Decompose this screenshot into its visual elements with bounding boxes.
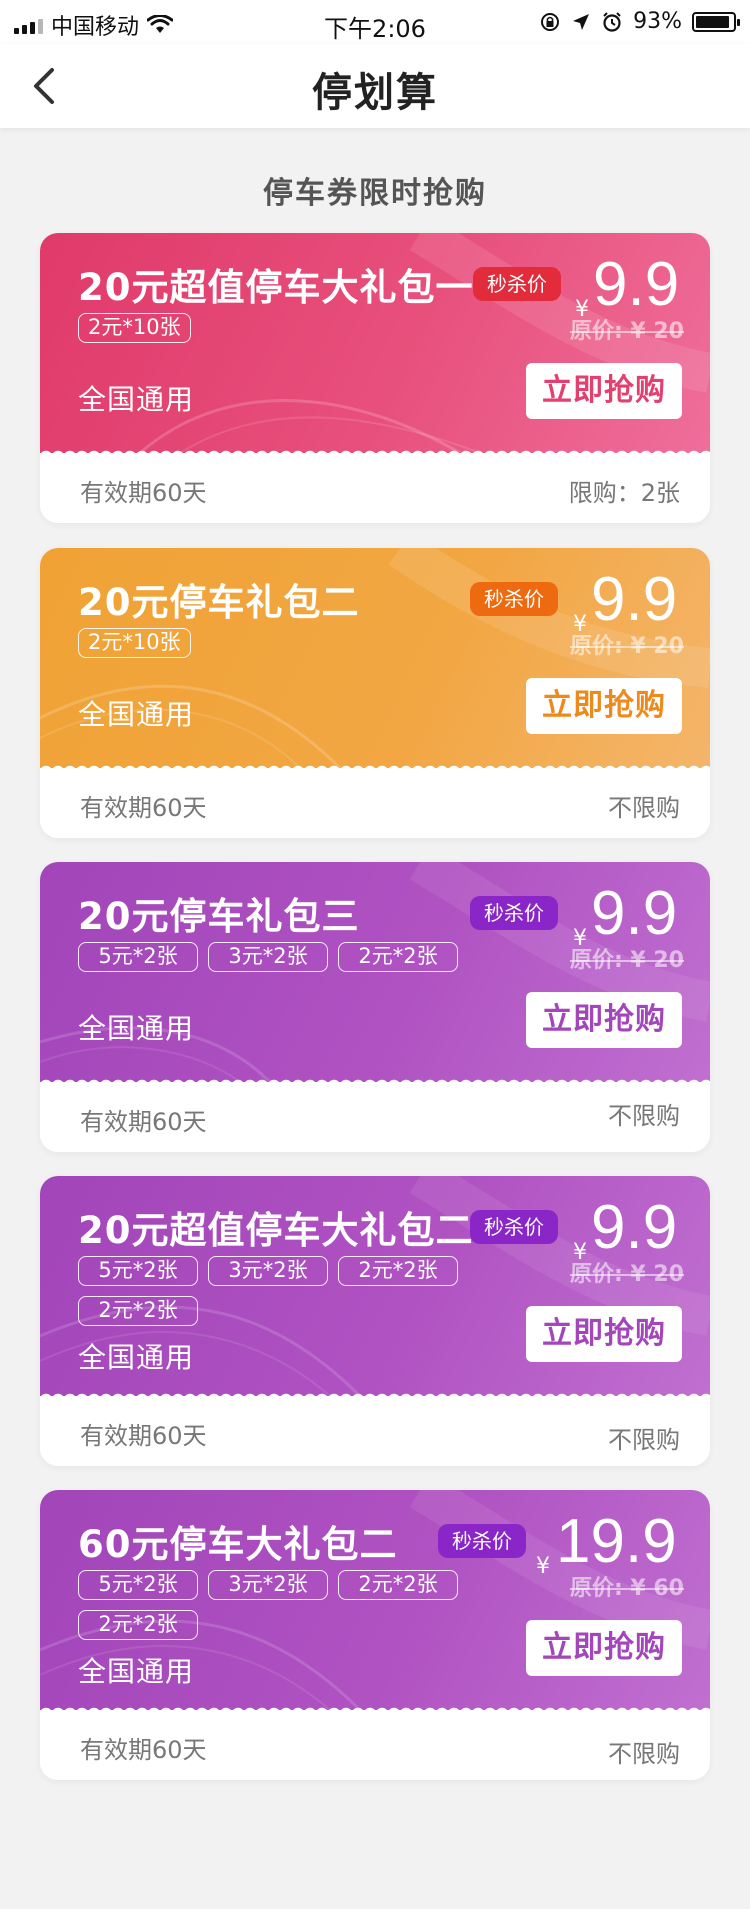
validity-text: 有效期60天: [80, 479, 207, 507]
coupon-tag: 3元*2张: [208, 1256, 328, 1286]
coupon-header: 60元停车大礼包二 秒杀价 ¥ 19.9 原价: ¥ 60 5元*2张 3元*2…: [40, 1490, 710, 1710]
coupon-tags: 5元*2张 3元*2张 2元*2张: [78, 942, 478, 972]
seckill-badge: 秒杀价: [473, 267, 561, 301]
purchase-limit: 不限购: [608, 1426, 680, 1454]
coupon-tag: 2元*2张: [78, 1296, 198, 1326]
coupon-scope: 全国通用: [78, 1012, 195, 1045]
seckill-badge: 秒杀价: [438, 1524, 526, 1558]
coupon-footer: 有效期60天 不限购: [40, 1396, 710, 1466]
page-title: 停划算: [312, 70, 438, 116]
currency-symbol: ¥: [536, 1554, 550, 1579]
coupon-tags: 2元*10张: [78, 628, 478, 658]
coupon-title: 60元停车大礼包二: [78, 1523, 398, 1566]
sale-price: 9.9: [591, 565, 678, 634]
location-icon: [573, 13, 590, 30]
coupon-scope: 全国通用: [78, 383, 195, 416]
original-price: 原价: ¥ 20: [569, 948, 684, 973]
coupon-footer: 有效期60天 不限购: [40, 1710, 710, 1780]
buy-now-button[interactable]: 立即抢购: [526, 1306, 682, 1362]
coupon-footer: 有效期60天 不限购: [40, 1082, 710, 1152]
coupon-tag: 2元*2张: [338, 1570, 458, 1600]
rotation-lock-icon: [541, 12, 560, 31]
purchase-limit: 不限购: [608, 794, 680, 822]
status-right: 93%: [539, 9, 740, 34]
coupon-title: 20元停车礼包三: [78, 895, 360, 938]
coupon-header: 20元超值停车大礼包一 秒杀价 ¥ 9.9 原价: ¥ 20 2元*10张 全国…: [40, 233, 710, 453]
coupon-footer: 有效期60天 限购：2张: [40, 453, 710, 523]
validity-text: 有效期60天: [80, 1422, 207, 1450]
coupon-card: 20元停车礼包二 秒杀价 ¥ 9.9 原价: ¥ 20 2元*10张 全国通用 …: [40, 548, 710, 838]
seckill-badge: 秒杀价: [470, 582, 558, 616]
original-price: 原价: ¥ 20: [569, 319, 684, 344]
coupon-tag: 2元*2张: [338, 1256, 458, 1286]
seckill-badge: 秒杀价: [470, 896, 558, 930]
coupon-title: 20元停车礼包二: [78, 581, 360, 624]
coupon-header: 20元停车礼包二 秒杀价 ¥ 9.9 原价: ¥ 20 2元*10张 全国通用 …: [40, 548, 710, 768]
nav-bar: 停划算: [0, 44, 750, 128]
purchase-limit: 不限购: [608, 1102, 680, 1130]
status-bar: 中国移动 下午2:06 93%: [0, 0, 750, 44]
coupon-card: 20元停车礼包三 秒杀价 ¥ 9.9 原价: ¥ 20 5元*2张 3元*2张 …: [40, 862, 710, 1152]
coupon-footer: 有效期60天 不限购: [40, 768, 710, 838]
buy-now-button[interactable]: 立即抢购: [526, 1620, 682, 1676]
buy-now-button[interactable]: 立即抢购: [526, 678, 682, 734]
sale-price: 19.9: [556, 1507, 677, 1576]
sale-price: 9.9: [591, 1193, 678, 1262]
coupon-title: 20元超值停车大礼包一: [78, 266, 474, 309]
battery-level: [696, 15, 730, 28]
original-price: 原价: ¥ 20: [569, 634, 684, 659]
coupon-tag: 2元*2张: [338, 942, 458, 972]
coupon-tag: 2元*2张: [78, 1610, 198, 1640]
original-price: 原价: ¥ 20: [569, 1262, 684, 1287]
coupon-scope: 全国通用: [78, 698, 195, 731]
sale-price: 9.9: [591, 879, 678, 948]
coupon-title: 20元超值停车大礼包二: [78, 1209, 474, 1252]
original-price: 原价: ¥ 60: [569, 1576, 684, 1601]
coupon-tag: 5元*2张: [78, 1256, 198, 1286]
sale-price: 9.9: [593, 250, 680, 319]
coupon-header: 20元停车礼包三 秒杀价 ¥ 9.9 原价: ¥ 20 5元*2张 3元*2张 …: [40, 862, 710, 1082]
coupon-tag: 5元*2张: [78, 942, 198, 972]
buy-now-button[interactable]: 立即抢购: [526, 363, 682, 419]
coupon-tags: 5元*2张 3元*2张 2元*2张 2元*2张: [78, 1256, 478, 1326]
battery-icon: [692, 11, 740, 32]
purchase-limit: 不限购: [608, 1740, 680, 1768]
coupon-card: 20元超值停车大礼包一 秒杀价 ¥ 9.9 原价: ¥ 20 2元*10张 全国…: [40, 233, 710, 523]
alarm-icon: [603, 11, 621, 32]
buy-now-button[interactable]: 立即抢购: [526, 992, 682, 1048]
coupon-card: 60元停车大礼包二 秒杀价 ¥ 19.9 原价: ¥ 60 5元*2张 3元*2…: [40, 1490, 710, 1780]
validity-text: 有效期60天: [80, 1108, 207, 1136]
coupon-tag: 2元*10张: [78, 628, 191, 658]
validity-text: 有效期60天: [80, 1736, 207, 1764]
coupon-card: 20元超值停车大礼包二 秒杀价 ¥ 9.9 原价: ¥ 20 5元*2张 3元*…: [40, 1176, 710, 1466]
validity-text: 有效期60天: [80, 794, 207, 822]
coupon-tag: 3元*2张: [208, 942, 328, 972]
coupon-scope: 全国通用: [78, 1655, 195, 1688]
coupon-tag: 5元*2张: [78, 1570, 198, 1600]
coupon-tag: 3元*2张: [208, 1570, 328, 1600]
purchase-limit: 限购：2张: [568, 479, 680, 507]
seckill-badge: 秒杀价: [470, 1210, 558, 1244]
coupon-tags: 2元*10张: [78, 313, 478, 343]
battery-percent: 93%: [633, 9, 682, 34]
coupon-tags: 5元*2张 3元*2张 2元*2张 2元*2张: [78, 1570, 478, 1640]
coupon-header: 20元超值停车大礼包二 秒杀价 ¥ 9.9 原价: ¥ 20 5元*2张 3元*…: [40, 1176, 710, 1396]
section-title: 停车券限时抢购: [263, 176, 487, 211]
coupon-tag: 2元*10张: [78, 313, 191, 343]
coupon-scope: 全国通用: [78, 1341, 195, 1374]
